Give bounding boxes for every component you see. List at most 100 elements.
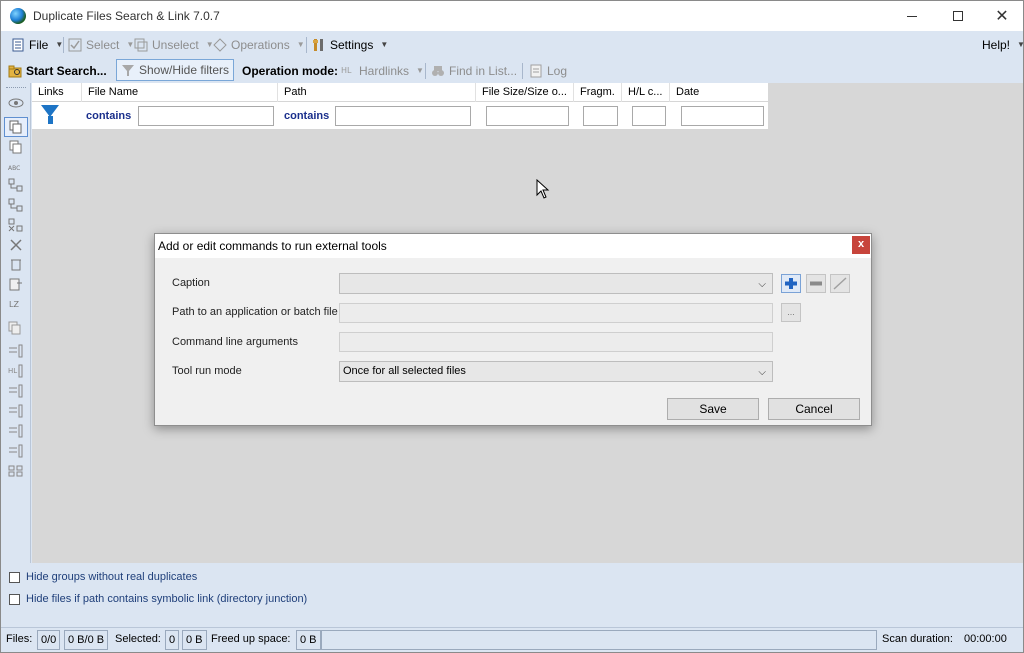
svg-text:HL: HL [8, 367, 17, 375]
shortcut-list-icon[interactable] [8, 424, 24, 438]
select-menu[interactable]: Select ▼ [68, 35, 134, 54]
files-label: Files: [6, 633, 33, 645]
maximize-button[interactable] [935, 1, 981, 31]
app-globe-icon [10, 8, 26, 24]
pencil-icon [833, 277, 847, 290]
options-panel: Hide groups without real duplicates Hide… [1, 563, 1023, 627]
column-header-file-size[interactable]: File Size/Size o... [476, 83, 574, 102]
file-icon [12, 38, 24, 51]
filter-funnel-stem [48, 116, 53, 124]
log-button[interactable]: Log [529, 61, 567, 80]
browse-button[interactable]: ... [781, 303, 801, 322]
minimize-button[interactable] [889, 1, 935, 31]
column-header-date[interactable]: Date [670, 83, 768, 102]
window-title: Duplicate Files Search & Link 7.0.7 [33, 9, 220, 23]
unselect-menu[interactable]: Unselect ▼ [134, 35, 214, 54]
recycle-bin-icon[interactable] [8, 257, 24, 271]
cancel-button[interactable]: Cancel [768, 398, 860, 420]
filter-icon [122, 65, 134, 76]
files-count: 0/0 [37, 630, 61, 650]
hl-count-filter-input[interactable] [632, 106, 666, 126]
hardlinks-dropdown[interactable]: HL Hardlinks ▼ [341, 61, 424, 80]
edit-command-button[interactable] [830, 274, 850, 293]
selected-size: 0 B [182, 630, 207, 650]
column-header-links[interactable]: Links [32, 83, 82, 102]
binoculars-icon [432, 65, 444, 76]
delete-icon[interactable] [8, 238, 24, 252]
freed-value: 0 B [296, 630, 321, 650]
reflink-list-icon[interactable] [8, 444, 24, 458]
fragm-filter-input[interactable] [583, 106, 618, 126]
help-menu[interactable]: Help! ▼ [982, 35, 1024, 54]
show-hide-filters-button[interactable]: Show/Hide filters [116, 59, 235, 81]
chevron-down-icon: ▼ [296, 40, 305, 49]
symlink-list-icon[interactable] [8, 384, 24, 398]
file-menu[interactable]: File ▼ [11, 35, 63, 54]
settings-tools-icon [313, 38, 323, 51]
show-hide-filters-label: Show/Hide filters [139, 63, 230, 77]
chevron-down-icon: ▼ [1017, 40, 1024, 49]
main-toolbar: Start Search... Show/Hide filters Operat… [1, 57, 1023, 82]
log-icon [530, 64, 542, 77]
add-command-button[interactable] [781, 274, 801, 293]
args-input[interactable] [339, 332, 773, 352]
caption-combobox[interactable]: ⌵ [339, 273, 773, 294]
operations-menu[interactable]: Operations ▼ [213, 35, 305, 54]
start-search-button[interactable]: Start Search... [8, 61, 107, 80]
size-filter-input[interactable] [486, 106, 569, 126]
operations-menu-label: Operations [231, 37, 290, 52]
tree-check-icon[interactable] [8, 198, 24, 212]
find-in-list-label: Find in List... [449, 63, 518, 78]
file-name-filter-input[interactable] [138, 106, 274, 126]
hide-symlinks-checkbox[interactable] [9, 593, 20, 605]
run-mode-label: Tool run mode [172, 365, 242, 377]
abc-icon[interactable]: ABC [8, 160, 24, 174]
hide-groups-label: Hide groups without real duplicates [26, 571, 198, 583]
status-bar: Files: 0/0 0 B/0 B Selected: 0 0 B Freed… [1, 627, 1023, 652]
path-contains-label: contains [284, 110, 330, 122]
select-icon [68, 38, 82, 51]
column-header-fragm[interactable]: Fragm. [574, 83, 622, 102]
menu-separator [306, 37, 307, 53]
settings-menu-label: Settings [330, 37, 374, 52]
eye-icon[interactable] [8, 96, 24, 110]
maximize-icon [953, 11, 963, 21]
scan-duration-label: Scan duration: [882, 633, 953, 645]
left-toolbar: ABC LZ HL [1, 83, 31, 563]
title-bar: Duplicate Files Search & Link 7.0.7 ✕ [1, 1, 1023, 31]
grid-split-icon[interactable] [8, 464, 24, 478]
column-header-path[interactable]: Path [278, 83, 476, 102]
junction-list-icon[interactable] [8, 404, 24, 418]
tree-icon[interactable] [8, 178, 24, 192]
scan-duration-value: 00:00:00 [964, 633, 1007, 645]
dialog-close-button[interactable]: x [852, 236, 870, 254]
svg-text:LZ: LZ [9, 300, 19, 309]
settings-menu[interactable]: Settings ▼ [312, 35, 388, 54]
hide-symlinks-option[interactable]: Hide files if path contains symbolic lin… [9, 593, 307, 605]
duplicate-icon[interactable] [8, 140, 24, 154]
find-in-list-button[interactable]: Find in List... [431, 61, 517, 80]
link-list-icon[interactable] [8, 344, 24, 358]
unselect-icon [134, 38, 148, 51]
close-icon: ✕ [995, 8, 1009, 25]
date-filter-input[interactable] [681, 106, 764, 126]
run-mode-select[interactable]: Once for all selected files ⌵ [339, 361, 773, 382]
select-menu-label: Select [86, 37, 120, 52]
hardlink-list-icon[interactable]: HL [8, 364, 24, 378]
close-button[interactable]: ✕ [979, 1, 1024, 31]
hide-groups-option[interactable]: Hide groups without real duplicates [9, 571, 197, 583]
move-icon[interactable] [8, 277, 24, 291]
remove-command-button[interactable] [806, 274, 826, 293]
path-filter-input[interactable] [335, 106, 471, 126]
path-input[interactable] [339, 303, 773, 323]
column-header-hl-count[interactable]: H/L c... [622, 83, 670, 102]
copy-dropdown-icon[interactable] [8, 321, 24, 335]
lz-icon[interactable]: LZ [8, 297, 24, 311]
selected-label: Selected: [115, 633, 161, 645]
hide-groups-checkbox[interactable] [9, 571, 20, 583]
column-header-file-name[interactable]: File Name [82, 83, 278, 102]
tree-remove-icon[interactable] [8, 218, 24, 232]
hardlinks-label: Hardlinks [359, 63, 410, 78]
save-button[interactable]: Save [667, 398, 759, 420]
mouse-cursor-icon [536, 179, 550, 199]
